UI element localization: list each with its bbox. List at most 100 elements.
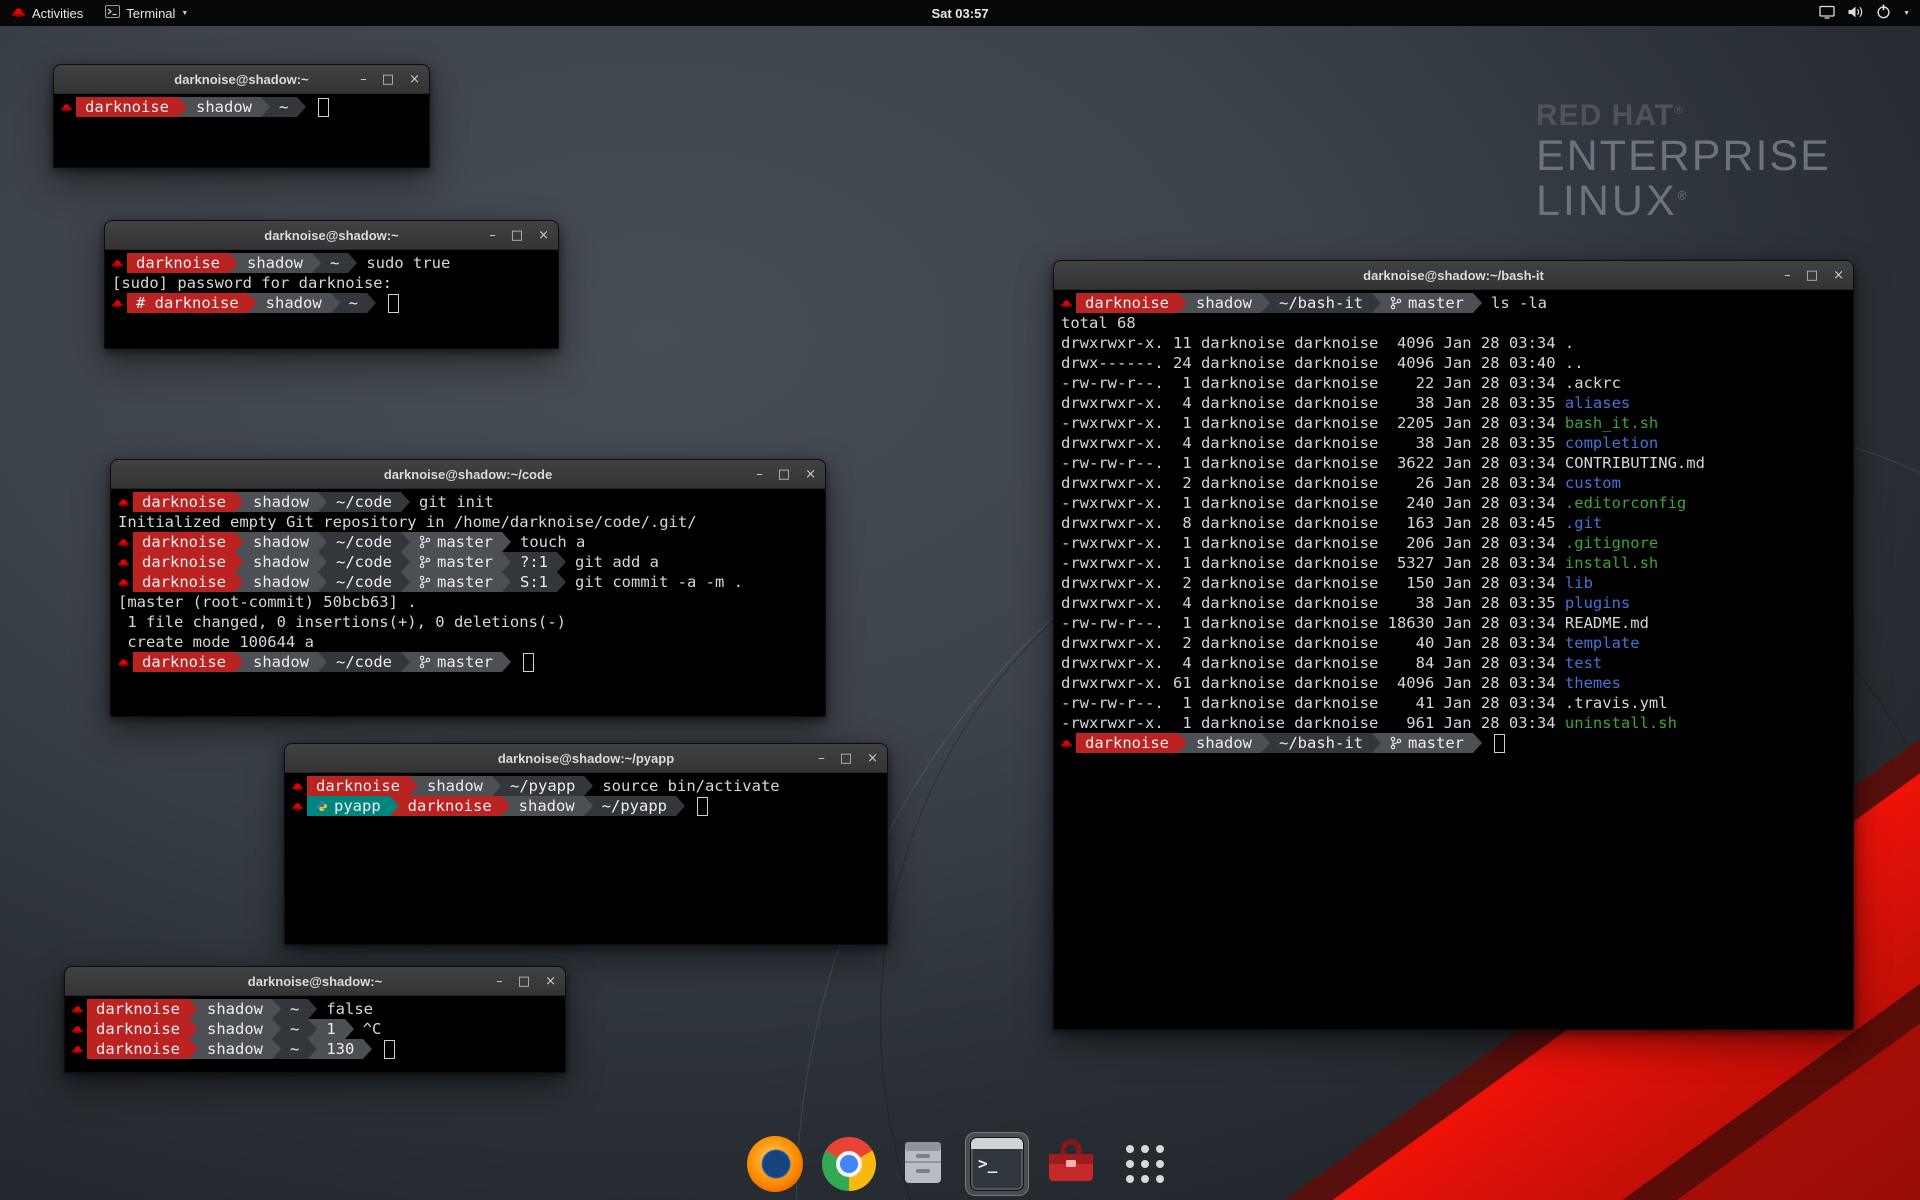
- powerline-arrow: [308, 999, 317, 1019]
- terminal-window-5: darknoise@shadow:~–□×darknoiseshadow~fal…: [64, 966, 566, 1073]
- window-titlebar[interactable]: darknoise@shadow:~/pyapp–□×: [285, 744, 887, 773]
- ls-columns: drwxrwxr-x. 2 darknoise darknoise 26 Jan…: [1061, 474, 1565, 492]
- minimize-button[interactable]: –: [756, 468, 763, 481]
- close-button[interactable]: ×: [409, 73, 420, 86]
- terminal-body[interactable]: darknoiseshadow~sudo true[sudo] password…: [105, 250, 558, 348]
- powerline-arrow: [401, 572, 410, 592]
- prompt-segment-host: shadow: [1187, 733, 1261, 753]
- prompt-segment-user: darknoise: [133, 532, 235, 552]
- terminal-command: git init: [410, 492, 494, 512]
- terminal-body[interactable]: darknoiseshadow~falsedarknoiseshadow~1^C…: [65, 996, 565, 1072]
- powerline-arrow: [401, 492, 410, 512]
- powerline-arrow: [401, 552, 410, 572]
- window-controls: – □ ×: [489, 221, 549, 249]
- prompt-segment-host: shadow: [244, 532, 318, 552]
- close-button[interactable]: ×: [545, 975, 556, 988]
- window-titlebar[interactable]: darknoise@shadow:~/code– □ ×: [111, 460, 825, 489]
- maximize-button[interactable]: □: [518, 975, 530, 988]
- dock-firefox[interactable]: [743, 1132, 807, 1196]
- prompt-segment-path: ~: [340, 293, 367, 313]
- segment-text: ~/pyapp: [602, 796, 667, 816]
- powerline-arrow: [502, 572, 511, 592]
- segment-text: darknoise: [85, 97, 169, 117]
- terminal-prompt-line: darknoiseshadow~1^C: [67, 1019, 565, 1039]
- dock-software[interactable]: [1039, 1132, 1103, 1196]
- terminal-cursor: [388, 294, 399, 313]
- terminal-output-line: -rwxrwxr-x. 1 darknoise darknoise 5327 J…: [1056, 553, 1853, 573]
- minimize-button[interactable]: –: [1784, 269, 1791, 282]
- app-menu-terminal[interactable]: Terminal ▼: [94, 0, 199, 26]
- window-titlebar[interactable]: darknoise@shadow:~–□×: [65, 967, 565, 996]
- maximize-button[interactable]: □: [1806, 269, 1818, 282]
- close-button[interactable]: ×: [538, 229, 549, 242]
- ls-columns: -rw-rw-r--. 1 darknoise darknoise 22 Jan…: [1061, 374, 1565, 392]
- powerline-arrow: [502, 652, 511, 672]
- ls-columns: drwxrwxr-x. 4 darknoise darknoise 84 Jan…: [1061, 654, 1565, 672]
- file-name: aliases: [1565, 394, 1630, 412]
- show-applications-icon: [1126, 1145, 1164, 1183]
- terminal-output-line: -rw-rw-r--. 1 darknoise darknoise 22 Jan…: [1056, 373, 1853, 393]
- window-titlebar[interactable]: darknoise@shadow:~/bash-it– □ ×: [1054, 261, 1853, 290]
- terminal-window-3: darknoise@shadow:~/code– □ × darknoise shado…: [110, 459, 826, 717]
- activities-button[interactable]: Activities: [0, 0, 94, 26]
- segment-text: shadow: [247, 253, 303, 273]
- prompt-segment-user: darknoise: [1076, 293, 1178, 313]
- terminal-command: git commit -a -m .: [566, 572, 743, 592]
- segment-text: ~/code: [336, 492, 392, 512]
- powerline-arrow: [235, 652, 244, 672]
- window-titlebar[interactable]: darknoise@shadow:~–□×: [105, 221, 558, 250]
- branding-enterprise: ENTERPRISE: [1536, 134, 1831, 179]
- system-menu[interactable]: ▼: [1809, 0, 1920, 26]
- window-title: darknoise@shadow:~/code: [111, 467, 825, 482]
- prompt-segment-user: darknoise: [133, 552, 235, 572]
- terminal-body[interactable]: darknoiseshadow~/bash-itmasterls -latota…: [1054, 290, 1853, 1029]
- segment-text: shadow: [196, 97, 252, 117]
- file-name: plugins: [1565, 594, 1630, 612]
- maximize-button[interactable]: □: [511, 229, 523, 242]
- close-button[interactable]: ×: [1833, 269, 1844, 282]
- maximize-button[interactable]: □: [382, 73, 394, 86]
- clock[interactable]: Sat 03:57: [931, 6, 988, 21]
- powerline-arrow: [261, 97, 270, 117]
- dock-terminal[interactable]: >_: [965, 1132, 1029, 1196]
- powerline-arrow: [501, 796, 510, 816]
- dock-show-apps[interactable]: [1113, 1132, 1177, 1196]
- close-button[interactable]: ×: [867, 752, 878, 765]
- prompt-segment-user: # darknoise: [127, 293, 248, 313]
- prompt-segment-user: darknoise: [399, 796, 501, 816]
- window-titlebar[interactable]: darknoise@shadow:~–□×: [54, 65, 429, 94]
- prompt-segment-venv: pyapp: [307, 796, 390, 816]
- terminal-body[interactable]: darknoiseshadow~: [54, 94, 429, 167]
- terminal-output-line: -rwxrwxr-x. 1 darknoise darknoise 206 Ja…: [1056, 533, 1853, 553]
- dock-chrome[interactable]: [817, 1132, 881, 1196]
- powerline-arrow: [312, 253, 321, 273]
- powerline-arrow: [584, 796, 593, 816]
- terminal-body[interactable]: darknoiseshadow~/codegit initInitialized…: [111, 489, 825, 716]
- maximize-button[interactable]: □: [840, 752, 852, 765]
- minimize-button[interactable]: –: [489, 229, 496, 242]
- terminal-output-line: total 68: [1056, 313, 1853, 333]
- prompt-segment-code: 1: [317, 1019, 344, 1039]
- window-title: darknoise@shadow:~/bash-it: [1054, 268, 1853, 283]
- prompt-segment-stat: S:1: [511, 572, 557, 592]
- dock-files[interactable]: [891, 1132, 955, 1196]
- close-button[interactable]: ×: [805, 468, 816, 481]
- minimize-button[interactable]: –: [496, 975, 503, 988]
- terminal-command: ^C: [354, 1019, 382, 1039]
- minimize-button[interactable]: –: [818, 752, 825, 765]
- terminal-body[interactable]: darknoiseshadow~/pyappsource bin/activat…: [285, 773, 887, 944]
- files-icon: [896, 1135, 950, 1194]
- chevron-down-icon: ▼: [1903, 10, 1910, 17]
- minimize-button[interactable]: –: [360, 73, 367, 86]
- terminal-output-line: drwx------. 24 darknoise darknoise 4096 …: [1056, 353, 1853, 373]
- git-branch-icon: [419, 655, 431, 669]
- maximize-button[interactable]: □: [778, 468, 790, 481]
- prompt-segment-path: ~/bash-it: [1270, 293, 1372, 313]
- segment-text: ~: [290, 1019, 299, 1039]
- file-name: .git: [1565, 514, 1602, 532]
- prompt-segment-host: shadow: [198, 1019, 272, 1039]
- redhat-prompt-icon: [287, 796, 307, 816]
- powerline-arrow: [348, 253, 357, 273]
- screen-icon: [1819, 5, 1835, 22]
- ls-columns: drwxrwxr-x. 4 darknoise darknoise 38 Jan…: [1061, 434, 1565, 452]
